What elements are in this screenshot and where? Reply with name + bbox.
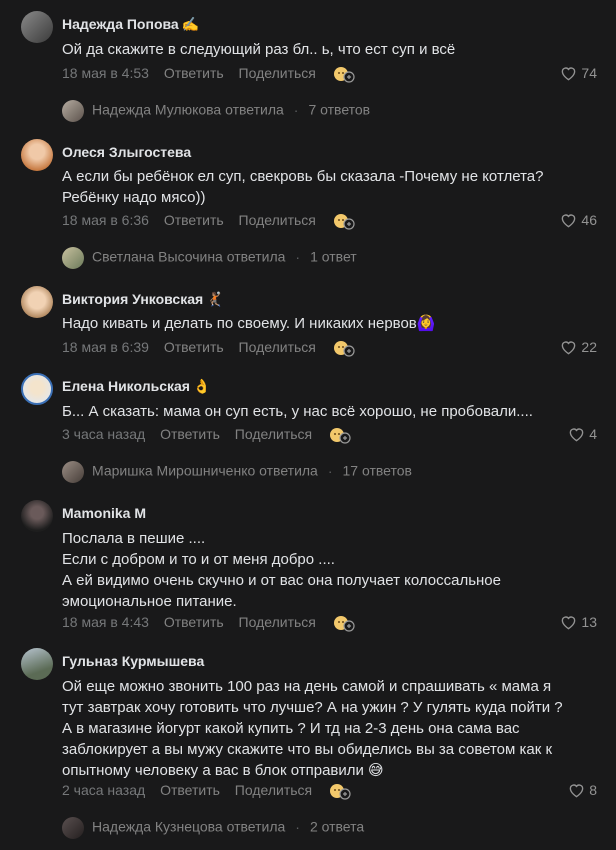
comment-text: Ой да скажите в следующий раз бл.. ь, чт… (62, 41, 456, 58)
author-name[interactable]: Надежда Попова (62, 16, 179, 32)
thread-separator: · (293, 101, 299, 118)
share-button[interactable]: Поделиться (235, 782, 312, 798)
comment-time[interactable]: 18 мая в 6:39 (62, 339, 149, 355)
like-count: 22 (581, 339, 597, 355)
like-button[interactable]: 8 (568, 782, 597, 798)
like-count: 74 (581, 65, 597, 81)
thread-separator: · (295, 248, 301, 265)
share-button[interactable]: Поделиться (239, 614, 316, 630)
heart-icon (562, 341, 576, 355)
comment-time[interactable]: 3 часа назад (62, 426, 145, 442)
avatar[interactable] (21, 286, 53, 318)
reply-avatar (62, 461, 84, 483)
comment-time[interactable]: 18 мая в 6:36 (62, 212, 149, 228)
comment-author[interactable]: Гульназ Курмышева (62, 653, 207, 669)
like-button[interactable]: 74 (560, 65, 597, 81)
replies-thread[interactable]: Надежда Мулюкова ответила · 7 ответов (62, 100, 370, 122)
comment-meta: 18 мая в 6:36 Ответить Поделиться (62, 212, 355, 230)
reply-avatar (62, 100, 84, 122)
comment-author[interactable]: Надежда Попова ✍️ (62, 16, 199, 33)
share-button[interactable]: Поделиться (239, 339, 316, 355)
thread-author[interactable]: Надежда Мулюкова ответила (92, 102, 284, 118)
comment-meta: 18 мая в 6:39 Ответить Поделиться (62, 339, 355, 357)
comment-author[interactable]: Виктория Унковская 🤾🏽 (62, 291, 224, 308)
author-name[interactable]: Елена Никольская (62, 378, 190, 394)
comment-time[interactable]: 2 часа назад (62, 782, 145, 798)
share-button[interactable]: Поделиться (239, 212, 316, 228)
replies-thread[interactable]: Светлана Высочина ответила · 1 ответ (62, 247, 357, 269)
comment-meta: 18 мая в 4:43 Ответить Поделиться (62, 614, 355, 632)
like-count: 13 (581, 614, 597, 630)
like-button[interactable]: 4 (568, 426, 597, 442)
author-emoji: 🤾🏽 (206, 291, 224, 307)
avatar[interactable] (21, 373, 53, 405)
author-emoji: 👌 (192, 378, 211, 394)
avatar[interactable] (21, 500, 53, 532)
thread-separator: · (327, 462, 333, 479)
reply-avatar (62, 247, 84, 269)
comment-time[interactable]: 18 мая в 4:43 (62, 614, 149, 630)
heart-icon (569, 784, 584, 798)
comment-author[interactable]: Елена Никольская 👌 (62, 378, 210, 395)
comment-text: Послала в пешие .... Если с добром и то … (62, 530, 501, 610)
reaction-icon[interactable] (333, 614, 355, 632)
share-button[interactable]: Поделиться (235, 426, 312, 442)
author-name[interactable]: Виктория Унковская (62, 291, 203, 307)
reaction-icon[interactable] (333, 212, 355, 230)
comment-time[interactable]: 18 мая в 4:53 (62, 65, 149, 81)
avatar[interactable] (21, 11, 53, 43)
reply-button[interactable]: Ответить (160, 426, 220, 442)
comment-meta: 18 мая в 4:53 Ответить Поделиться (62, 65, 355, 83)
reaction-icon[interactable] (333, 339, 355, 357)
like-button[interactable]: 46 (560, 212, 597, 228)
heart-icon (569, 428, 584, 442)
comment-text: А если бы ребёнок ел суп, свекровь бы ск… (62, 168, 544, 206)
reply-avatar (62, 817, 84, 839)
thread-count[interactable]: 2 ответа (310, 819, 364, 835)
avatar[interactable] (21, 139, 53, 171)
reply-button[interactable]: Ответить (164, 339, 224, 355)
comment-meta: 3 часа назад Ответить Поделиться (62, 426, 351, 444)
comment-text: Б... А сказать: мама он суп есть, у нас … (62, 403, 533, 420)
avatar[interactable] (21, 648, 53, 680)
like-count: 46 (581, 212, 597, 228)
heart-icon (562, 616, 576, 630)
comment-author[interactable]: Mamonika M (62, 505, 149, 521)
reply-button[interactable]: Ответить (164, 212, 224, 228)
comment-meta: 2 часа назад Ответить Поделиться (62, 782, 351, 800)
comment-text: Надо кивать и делать по своему. И никаки… (62, 315, 436, 332)
thread-author[interactable]: Маришка Мирошниченко ответила (92, 463, 318, 479)
heart-icon (562, 214, 576, 228)
thread-author[interactable]: Надежда Кузнецова ответила (92, 819, 285, 835)
thread-separator: · (295, 818, 300, 835)
like-count: 4 (589, 426, 597, 442)
author-name[interactable]: Mamonika M (62, 505, 146, 521)
like-button[interactable]: 22 (560, 339, 597, 355)
like-count: 8 (589, 782, 597, 798)
reaction-icon[interactable] (329, 782, 351, 800)
comment-text: Ой еще можно звонить 100 раз на день сам… (62, 678, 563, 779)
comment-author[interactable]: Олеся Злыгостева (62, 144, 194, 160)
author-name[interactable]: Гульназ Курмышева (62, 653, 204, 669)
heart-icon (562, 67, 576, 81)
author-emoji: ✍️ (181, 16, 200, 32)
thread-count[interactable]: 7 ответов (308, 102, 370, 118)
replies-thread[interactable]: Надежда Кузнецова ответила · 2 ответа (62, 817, 364, 839)
author-name[interactable]: Олеся Злыгостева (62, 144, 191, 160)
thread-author[interactable]: Светлана Высочина ответила (92, 249, 285, 265)
like-button[interactable]: 13 (560, 614, 597, 630)
replies-thread[interactable]: Маришка Мирошниченко ответила · 17 ответов (62, 461, 412, 483)
reaction-icon[interactable] (329, 426, 351, 444)
thread-count[interactable]: 1 ответ (310, 249, 357, 265)
share-button[interactable]: Поделиться (239, 65, 316, 81)
thread-count[interactable]: 17 ответов (343, 463, 412, 479)
reply-button[interactable]: Ответить (160, 782, 220, 798)
reply-button[interactable]: Ответить (164, 65, 224, 81)
reply-button[interactable]: Ответить (164, 614, 224, 630)
reaction-icon[interactable] (333, 65, 355, 83)
